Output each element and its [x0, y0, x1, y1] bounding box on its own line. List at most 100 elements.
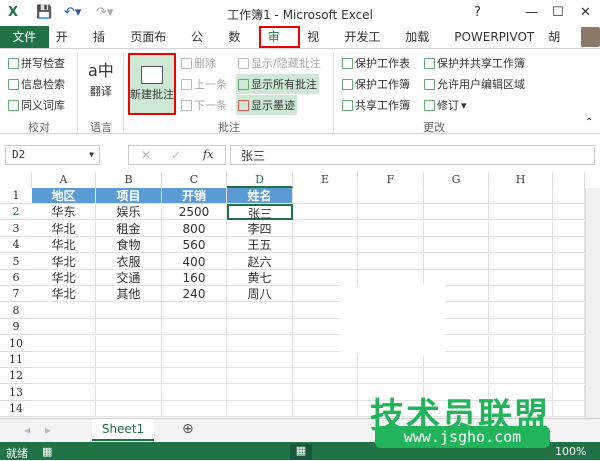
row-header-8[interactable]: 8 [0, 303, 32, 319]
tab-powerpivot[interactable]: POWERPIVOT [447, 26, 541, 48]
cell-B1[interactable]: 项目 [96, 188, 162, 204]
cell-D1[interactable]: 姓名 [227, 188, 293, 204]
formula-input[interactable]: 张三 [230, 145, 595, 165]
row-header-11[interactable]: 11 [0, 352, 32, 368]
select-all-corner[interactable] [0, 172, 32, 188]
new-comment-button[interactable]: 新建批注 [128, 53, 176, 115]
cell-G1[interactable] [424, 188, 489, 204]
cell-B3[interactable]: 租金 [96, 220, 162, 237]
sheet-tab-sheet1[interactable]: Sheet1 [92, 419, 154, 441]
cell-D4[interactable]: 王五 [227, 237, 293, 254]
cell-E5[interactable] [293, 253, 358, 270]
cell-C8[interactable] [162, 302, 227, 319]
show-ink-button[interactable]: 显示墨迹 [236, 95, 297, 115]
cell-F12[interactable] [358, 368, 424, 385]
cell-I12[interactable] [553, 368, 585, 385]
cell-G5[interactable] [424, 253, 489, 270]
cell-H5[interactable] [489, 253, 553, 270]
cell-B5[interactable]: 衣服 [96, 253, 162, 270]
cell-I7[interactable] [553, 286, 585, 303]
insert-function-icon[interactable]: fx [203, 148, 213, 161]
minimize-button[interactable]: — [525, 5, 538, 20]
cell-B2[interactable]: 娱乐 [96, 204, 162, 221]
cell-C14[interactable] [162, 401, 227, 418]
column-header-B[interactable]: B [96, 172, 162, 188]
avatar[interactable] [580, 27, 600, 47]
cell-C13[interactable] [162, 384, 227, 401]
cell-E12[interactable] [293, 368, 358, 385]
cell-I5[interactable] [553, 253, 585, 270]
cell-B12[interactable] [96, 368, 162, 385]
cell-E14[interactable] [293, 401, 358, 418]
cell-D8[interactable] [227, 302, 293, 319]
add-sheet-icon[interactable]: ⊕ [182, 421, 194, 437]
protect-workbook-button[interactable]: 保护工作簿 [342, 76, 410, 92]
column-header-extra[interactable] [553, 172, 585, 188]
toggle-comment-button[interactable]: 显示/隐藏批注 [238, 55, 321, 71]
cell-B8[interactable] [96, 302, 162, 319]
cell-C10[interactable] [162, 335, 227, 352]
track-changes-button[interactable]: 修订 ▾ [424, 97, 467, 113]
cell-A5[interactable]: 华北 [32, 253, 96, 270]
cell-I13[interactable] [553, 384, 585, 401]
delete-comment-button[interactable]: 删除 [181, 55, 216, 71]
cell-A14[interactable] [32, 401, 96, 418]
maximize-button[interactable]: ☐ [552, 5, 564, 20]
row-header-9[interactable]: 9 [0, 319, 32, 336]
cell-D12[interactable] [227, 368, 293, 385]
row-header-6[interactable]: 6 [0, 270, 32, 286]
research-button[interactable]: 信息检索 [8, 76, 65, 92]
cell-D9[interactable] [227, 319, 293, 336]
cell-C1[interactable]: 开销 [162, 188, 227, 204]
row-header-14[interactable]: 14 [0, 401, 32, 418]
cell-A2[interactable]: 华东 [32, 204, 96, 221]
user-name[interactable]: 胡俊 [541, 26, 578, 66]
cell-C11[interactable] [162, 352, 227, 368]
cell-F4[interactable] [358, 237, 424, 254]
cell-E3[interactable] [293, 220, 358, 237]
cell-E13[interactable] [293, 384, 358, 401]
scroll-left-icon[interactable]: ◂ [24, 423, 30, 437]
cell-B11[interactable] [96, 352, 162, 368]
chevron-down-icon[interactable]: ▼ [89, 150, 94, 159]
cell-C4[interactable]: 560 [162, 237, 227, 254]
vertical-scrollbar[interactable] [585, 188, 600, 418]
zoom-level[interactable]: 100% [555, 445, 586, 458]
row-header-13[interactable]: 13 [0, 385, 32, 401]
cell-B14[interactable] [96, 401, 162, 418]
cell-B13[interactable] [96, 384, 162, 401]
cell-G3[interactable] [424, 220, 489, 237]
cell-H2[interactable] [489, 204, 553, 221]
cell-B9[interactable] [96, 319, 162, 336]
cell-C7[interactable]: 240 [162, 286, 227, 303]
cell-I8[interactable] [553, 302, 585, 319]
cell-F2[interactable] [358, 204, 424, 221]
cell-A12[interactable] [32, 368, 96, 385]
cell-H10[interactable] [489, 335, 553, 352]
scroll-right-icon[interactable]: ▸ [45, 423, 51, 437]
column-header-E[interactable]: E [293, 172, 358, 188]
cell-A4[interactable]: 华北 [32, 237, 96, 254]
translate-button[interactable]: a中 翻译 [88, 57, 114, 99]
tab-developer[interactable]: 开发工具 [337, 26, 398, 66]
tab-formulas[interactable]: 公式 [184, 26, 221, 66]
row-header-3[interactable]: 3 [0, 221, 32, 237]
cell-C6[interactable]: 160 [162, 270, 227, 286]
cell-D14[interactable] [227, 401, 293, 418]
cell-A8[interactable] [32, 302, 96, 319]
cell-I4[interactable] [553, 237, 585, 254]
cell-A7[interactable]: 华北 [32, 286, 96, 303]
thesaurus-button[interactable]: 同义词库 [8, 97, 65, 113]
cell-H11[interactable] [489, 352, 553, 368]
cell-C5[interactable]: 400 [162, 253, 227, 270]
collapse-ribbon-icon[interactable]: ⌃ [585, 117, 593, 128]
tab-addins[interactable]: 加载项 [398, 26, 447, 66]
cell-D13[interactable] [227, 384, 293, 401]
cell-D5[interactable]: 赵六 [227, 253, 293, 270]
cell-B6[interactable]: 交通 [96, 270, 162, 286]
cell-E1[interactable] [293, 188, 358, 204]
cell-H3[interactable] [489, 220, 553, 237]
row-header-12[interactable]: 12 [0, 368, 32, 385]
cell-E2[interactable] [293, 204, 358, 221]
column-header-G[interactable]: G [424, 172, 489, 188]
